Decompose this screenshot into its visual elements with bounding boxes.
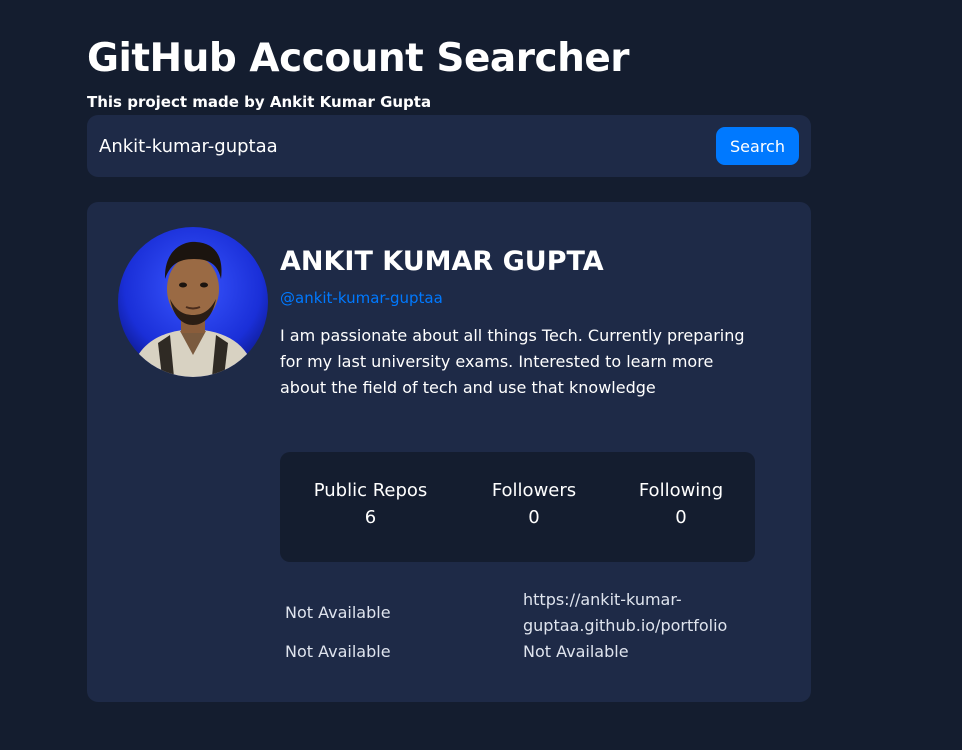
avatar-image xyxy=(118,227,268,377)
stat-public-repos: Public Repos 6 xyxy=(298,480,443,528)
stat-value: 0 xyxy=(528,507,540,528)
stat-followers: Followers 0 xyxy=(470,480,598,528)
search-bar: Search xyxy=(87,115,811,177)
stats-panel: Public Repos 6 Followers 0 Following 0 xyxy=(280,452,755,562)
stat-label: Followers xyxy=(491,480,577,501)
profile-name: ANKIT KUMAR GUPTA xyxy=(280,246,604,277)
twitter-text: Not Available xyxy=(285,642,391,661)
company-text: Not Available xyxy=(523,642,629,661)
website-link[interactable]: https://ankit-kumar-guptaa.github.io/por… xyxy=(523,587,763,639)
avatar xyxy=(118,227,268,377)
profile-login-link[interactable]: @ankit-kumar-guptaa xyxy=(280,289,443,307)
profile-card: ANKIT KUMAR GUPTA @ankit-kumar-guptaa I … xyxy=(87,202,811,702)
stat-value: 0 xyxy=(675,507,687,528)
page-subtitle: This project made by Ankit Kumar Gupta xyxy=(87,93,432,111)
stat-following: Following 0 xyxy=(622,480,740,528)
stat-label: Following xyxy=(638,480,724,501)
location-text: Not Available xyxy=(285,603,391,622)
stat-label: Public Repos xyxy=(313,480,428,501)
stat-value: 6 xyxy=(364,507,377,528)
search-input[interactable] xyxy=(99,129,699,163)
search-button[interactable]: Search xyxy=(716,127,799,165)
page-title: GitHub Account Searcher xyxy=(87,36,630,81)
profile-bio: I am passionate about all things Tech. C… xyxy=(280,326,745,397)
